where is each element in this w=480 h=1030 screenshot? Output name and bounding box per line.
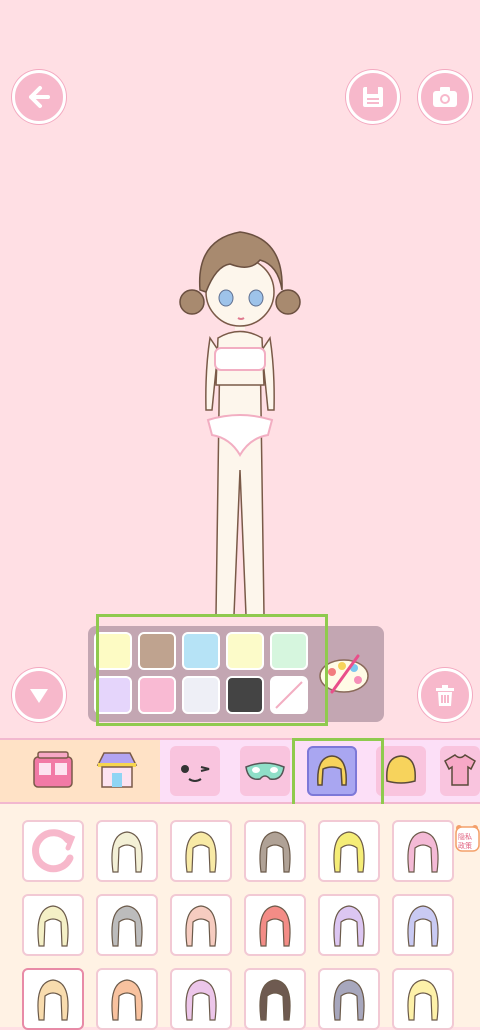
reset-item-button[interactable]: [22, 820, 84, 882]
hair-style-icon: [407, 905, 439, 947]
tab-shop[interactable]: [92, 746, 142, 796]
hair-style-icon: [333, 831, 365, 873]
refresh-icon: [32, 829, 76, 873]
tab-clothes[interactable]: [440, 746, 480, 796]
hair-style-icon: [407, 979, 439, 1021]
hair-item[interactable]: [96, 820, 158, 882]
trash-button[interactable]: [418, 668, 472, 722]
character-doll: [179, 231, 301, 616]
hair-style-icon: [185, 905, 217, 947]
badge-text-line2: 政策: [458, 842, 472, 850]
hair-item[interactable]: [244, 820, 306, 882]
hair-item[interactable]: [170, 894, 232, 956]
collapse-button[interactable]: [12, 668, 66, 722]
tab-wardrobe[interactable]: [28, 746, 78, 796]
save-button[interactable]: [346, 70, 400, 124]
hair-style-icon: [111, 831, 143, 873]
hair-back-icon: [386, 755, 416, 784]
privacy-policy-badge[interactable]: 隐私 政策: [455, 824, 480, 854]
hair-style-icon: [407, 831, 439, 873]
triangle-down-icon: [30, 689, 48, 703]
hair-item[interactable]: [318, 820, 380, 882]
hair-style-icon: [333, 905, 365, 947]
camera-button[interactable]: [418, 70, 472, 124]
hair-style-icon: [259, 979, 291, 1021]
camera-icon: [433, 87, 457, 107]
wardrobe-icon: [33, 751, 73, 788]
hair-style-icon: [111, 905, 143, 947]
hair-item[interactable]: [392, 894, 454, 956]
hair-style-icon: [111, 979, 143, 1021]
hair-item[interactable]: [170, 968, 232, 1030]
category-tabs: [0, 738, 480, 804]
hair-style-icon: [333, 979, 365, 1021]
hair-style-icon: [37, 979, 69, 1021]
hair-item[interactable]: [170, 820, 232, 882]
back-button[interactable]: [12, 70, 66, 124]
hair-style-icon: [185, 979, 217, 1021]
tab-accessory[interactable]: [240, 746, 290, 796]
hair-item[interactable]: [244, 894, 306, 956]
wink-face-icon: [181, 765, 210, 782]
hair-style-icon: [185, 831, 217, 873]
hair-item[interactable]: [318, 894, 380, 956]
save-icon: [363, 87, 383, 107]
hair-item[interactable]: [96, 968, 158, 1030]
hair-item[interactable]: [22, 894, 84, 956]
hair-item[interactable]: [244, 968, 306, 1030]
shop-icon: [96, 752, 138, 788]
hair-item[interactable]: [392, 820, 454, 882]
hair-style-icon: [37, 905, 69, 947]
mask-icon: [245, 762, 285, 780]
shirt-icon: [444, 754, 476, 786]
tab-face[interactable]: [170, 746, 220, 796]
hair-item[interactable]: [22, 968, 84, 1030]
hair-item[interactable]: [392, 968, 454, 1030]
hair-style-icon: [259, 831, 291, 873]
hair-item[interactable]: [318, 968, 380, 1030]
trash-icon: [436, 685, 454, 706]
hair-style-icon: [259, 905, 291, 947]
hair-item[interactable]: [96, 894, 158, 956]
palette-highlight: [96, 614, 328, 726]
arrow-left-icon: [29, 86, 50, 108]
